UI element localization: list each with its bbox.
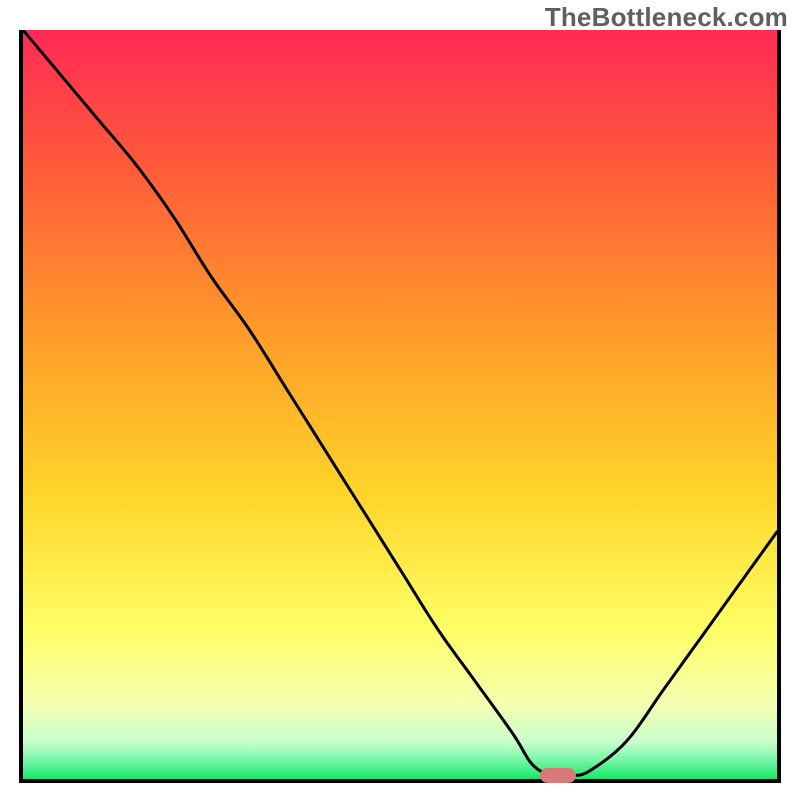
watermark-text: TheBottleneck.com xyxy=(545,2,788,33)
gradient-background xyxy=(23,30,777,779)
optimal-marker xyxy=(540,768,576,783)
plot-svg xyxy=(23,30,777,779)
bottleneck-chart: TheBottleneck.com xyxy=(0,0,800,800)
